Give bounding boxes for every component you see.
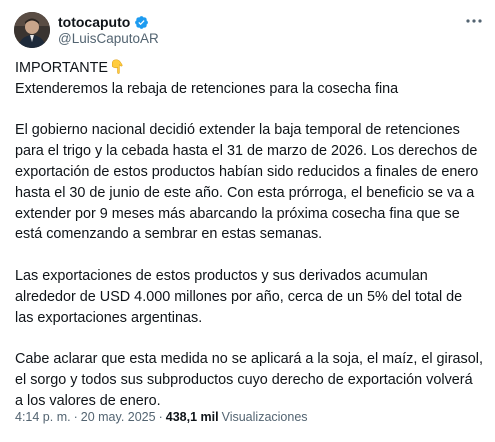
paragraph-3-line: a los valores de enero.: [15, 392, 161, 409]
paragraph-2-line: alrededor de USD 4.000 millones por año,…: [15, 288, 463, 305]
tweet-subheadline: Extenderemos la rebaja de retenciones pa…: [15, 80, 399, 97]
paragraph-1-line: hasta el 30 de junio de este año. Con es…: [15, 184, 475, 201]
author-name-row[interactable]: totocaputo: [58, 13, 149, 31]
avatar-image: [14, 12, 50, 48]
meta-separator: ·: [158, 410, 163, 424]
paragraph-3-line: Cabe aclarar que esta medida no se aplic…: [15, 351, 483, 368]
tweet-headline-line: IMPORTANTE: [15, 58, 485, 79]
paragraph-1-line: para el trigo y la cebada hasta el 31 de…: [15, 143, 478, 160]
paragraph-1-line: está comenzando a sembrar en estas seman…: [15, 226, 323, 243]
tweet-card: totocaputo @LuisCaputoAR IMPORTANTE Exte…: [0, 0, 495, 442]
meta-separator: ·: [73, 410, 78, 424]
views-count[interactable]: 438,1 mil: [166, 410, 219, 424]
avatar[interactable]: [14, 12, 50, 48]
paragraph-2-line: Las exportaciones de estos productos y s…: [15, 267, 428, 284]
tweet-time[interactable]: 4:14 p. m.: [15, 410, 71, 424]
author-handle[interactable]: @LuisCaputoAR: [58, 31, 159, 46]
paragraph-2-line: las exportaciones argentinas.: [15, 309, 203, 326]
views-label[interactable]: Visualizaciones: [222, 410, 308, 424]
paragraph-1-line: exportación de estos productos habían si…: [15, 163, 479, 180]
tweet-date[interactable]: 20 may. 2025: [81, 410, 156, 424]
paragraph-1-line: El gobierno nacional decidió extender la…: [15, 122, 460, 139]
tweet-meta: 4:14 p. m. · 20 may. 2025 · 438,1 mil Vi…: [15, 410, 308, 424]
author-display-name[interactable]: totocaputo: [58, 14, 130, 30]
verified-badge-icon: [134, 15, 149, 30]
tweet-headline: IMPORTANTE: [15, 60, 109, 76]
more-options-icon[interactable]: [463, 12, 485, 30]
paragraph-1-line: extender por 9 meses más abarcando la pr…: [15, 205, 460, 222]
point-down-emoji-icon: [110, 59, 125, 74]
tweet-text: IMPORTANTE Extenderemos la rebaja de ret…: [15, 58, 485, 412]
paragraph-3-line: el sorgo y todos sus subproductos cuyo d…: [15, 371, 473, 388]
